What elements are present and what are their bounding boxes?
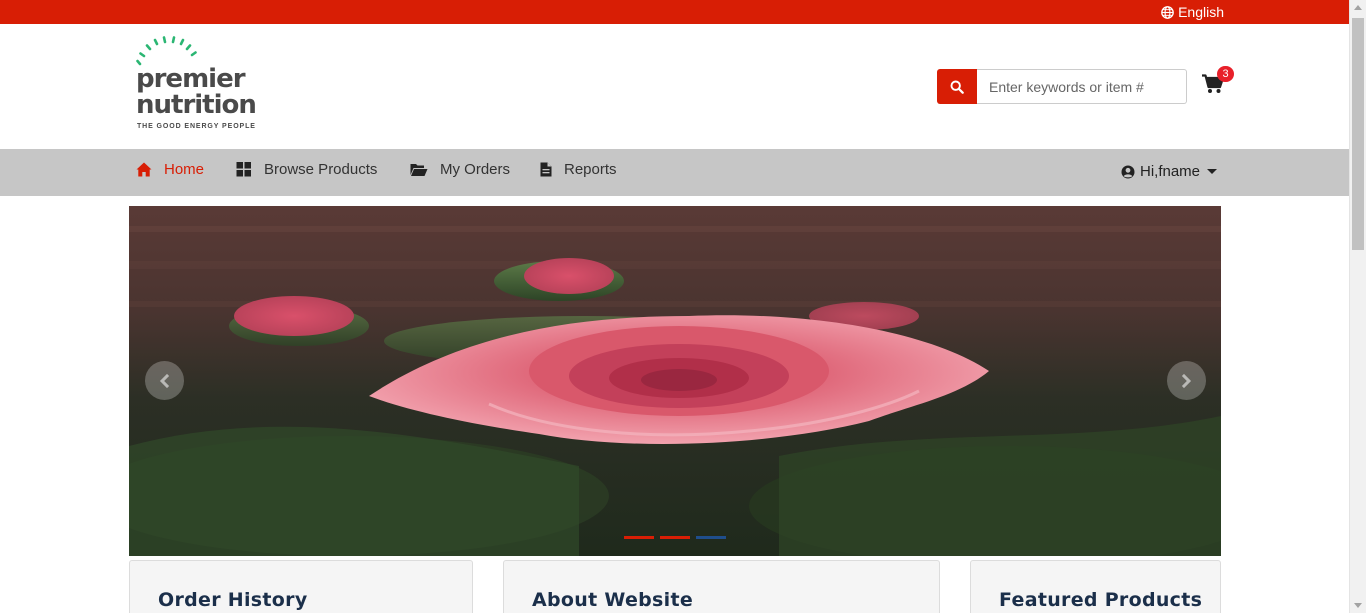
logo-word-nutrition: nutrition <box>136 90 257 120</box>
carousel-indicator[interactable] <box>696 536 726 539</box>
premier-nutrition-logo[interactable]: premier nutrition THE GOOD ENERGY PEOPLE <box>136 36 276 134</box>
search-button[interactable] <box>937 69 977 104</box>
search-icon <box>950 80 964 94</box>
search-input[interactable] <box>977 69 1187 104</box>
chevron-left-icon <box>159 373 175 388</box>
search-bar <box>937 69 1187 104</box>
hero-carousel <box>129 206 1221 556</box>
nav-item-my-orders[interactable]: My Orders <box>410 161 510 178</box>
scroll-down-icon[interactable] <box>1354 603 1362 608</box>
file-icon <box>540 162 552 177</box>
featured-products-card: Featured Products <box>970 560 1221 613</box>
nav-item-label: Browse Products <box>264 161 378 178</box>
carousel-next-button[interactable] <box>1167 361 1206 400</box>
main-nav: Home Browse Products My Orders Reports H… <box>0 149 1349 196</box>
scrollbar-thumb[interactable] <box>1352 18 1364 250</box>
chevron-right-icon <box>1176 373 1192 388</box>
card-title: About Website <box>532 589 694 611</box>
carousel-prev-button[interactable] <box>145 361 184 400</box>
scroll-up-icon[interactable] <box>1354 5 1362 10</box>
nav-item-reports[interactable]: Reports <box>540 161 617 178</box>
grid-icon <box>236 162 251 177</box>
nav-item-home[interactable]: Home <box>136 161 204 178</box>
nav-item-label: Reports <box>564 161 617 178</box>
card-title: Featured Products <box>999 589 1203 611</box>
globe-icon <box>1161 5 1174 19</box>
carousel-indicator[interactable] <box>624 536 654 539</box>
cart-count-badge: 3 <box>1217 66 1234 82</box>
nav-item-label: My Orders <box>440 161 511 178</box>
card-title: Order History <box>158 589 308 611</box>
language-label: English <box>1178 4 1224 20</box>
page-scrollbar[interactable] <box>1349 0 1366 613</box>
carousel-indicators <box>624 536 726 539</box>
nav-item-browse-products[interactable]: Browse Products <box>236 161 377 178</box>
carousel-indicator[interactable] <box>660 536 690 539</box>
user-menu-dropdown[interactable]: Hi,fname <box>1121 163 1218 180</box>
chevron-down-icon <box>1207 169 1218 174</box>
about-website-card: About Website <box>503 560 940 613</box>
language-bar: English <box>0 0 1349 24</box>
logo-tagline: THE GOOD ENERGY PEOPLE <box>137 123 256 130</box>
folder-open-icon <box>410 164 428 176</box>
home-icon <box>136 162 152 177</box>
cart-button[interactable]: 3 <box>1202 66 1236 98</box>
order-history-card: Order History <box>129 560 473 613</box>
language-selector[interactable]: English <box>1161 4 1224 20</box>
rose-slide-image <box>129 206 1221 556</box>
nav-item-label: Home <box>164 161 205 178</box>
user-greeting: Hi,fname <box>1140 163 1201 180</box>
user-circle-icon <box>1121 165 1135 178</box>
